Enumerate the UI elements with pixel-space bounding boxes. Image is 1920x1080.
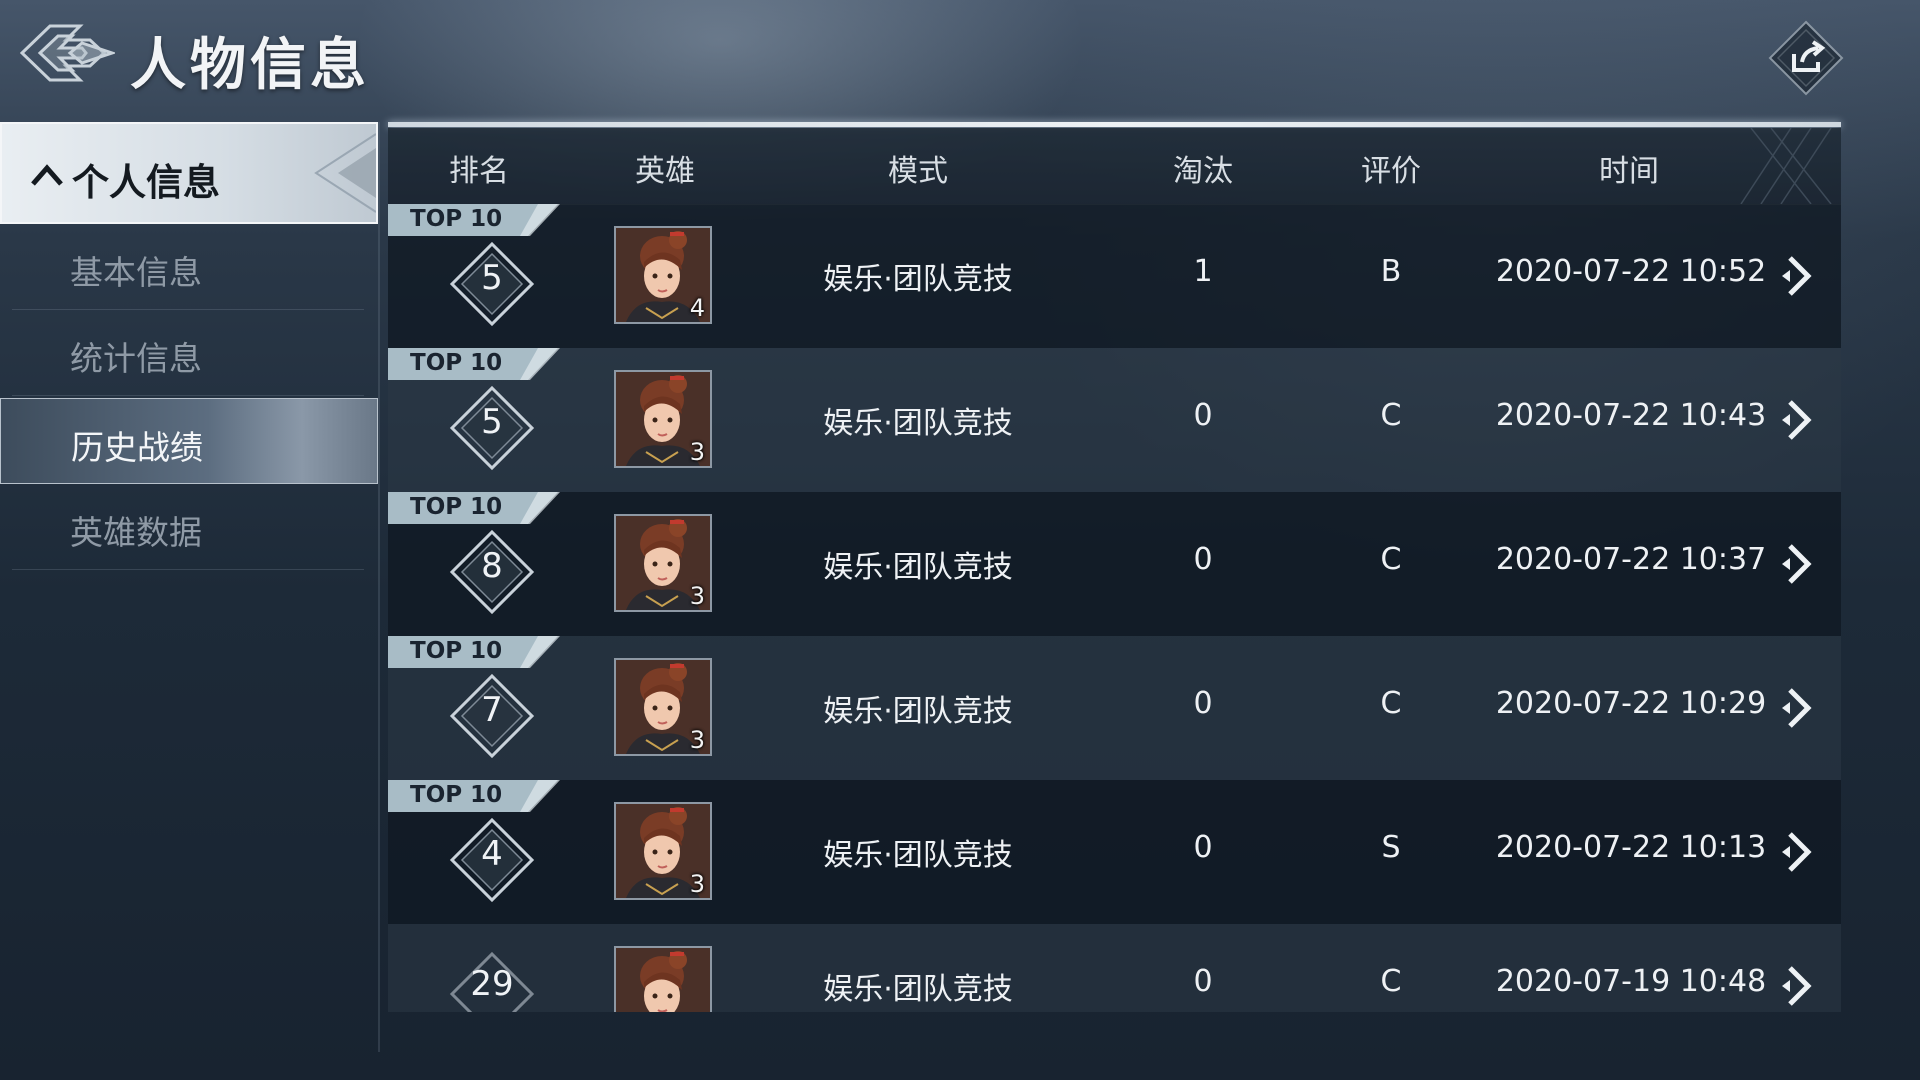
mode-cell: 娱乐·团队竞技 (823, 972, 1013, 1007)
hero-level: 3 (689, 438, 705, 466)
mode-cell: 娱乐·团队竞技 (823, 694, 1013, 729)
time-cell: 2020-07-22 10:13 (1495, 830, 1767, 865)
mode-cell: 娱乐·团队竞技 (823, 406, 1013, 441)
table-header: 排名 英雄 模式 淘汰 评价 时间 (388, 128, 1841, 205)
time-cell: 2020-07-22 10:37 (1495, 542, 1767, 577)
hero-level: 4 (689, 294, 705, 322)
table-row[interactable]: TOP 10 5 4 娱乐·团队竞技 1 B 2020-07-22 10:52 (388, 204, 1841, 348)
sidebar-item-match-history[interactable]: 历史战绩 (0, 398, 378, 484)
column-header-rank: 排名 (449, 154, 509, 189)
share-export-icon[interactable] (1766, 18, 1846, 98)
eliminations-cell: 0 (1193, 686, 1213, 721)
hero-portrait[interactable]: 3 (614, 658, 712, 756)
table-row[interactable]: TOP 10 5 3 娱乐·团队竞技 0 C 2020-07-22 10:43 (388, 348, 1841, 492)
rating-cell: B (1380, 254, 1402, 289)
table-top-line (388, 122, 1841, 127)
rank-value: 5 (481, 402, 503, 442)
chevron-right-icon[interactable] (1778, 254, 1818, 298)
rating-cell: C (1380, 964, 1402, 999)
eliminations-cell: 0 (1193, 398, 1213, 433)
rating-cell: C (1380, 542, 1402, 577)
sidebar: 个人信息 基本信息 统计信息 历史战绩 英雄数据 (0, 122, 378, 1080)
rank-value: 5 (481, 258, 503, 298)
top10-tag (388, 492, 560, 524)
divider (12, 395, 364, 396)
rating-cell: S (1381, 830, 1401, 865)
eliminations-cell: 0 (1193, 542, 1213, 577)
column-header-mode: 模式 (888, 154, 948, 189)
sidebar-item-hero-data[interactable]: 英雄数据 (0, 484, 378, 570)
rank-value: 8 (481, 546, 503, 586)
rating-cell: C (1380, 686, 1402, 721)
top10-tag (388, 348, 560, 380)
hero-level: 3 (689, 870, 705, 898)
sidebar-item-label: 英雄数据 (70, 513, 202, 552)
time-cell: 2020-07-19 10:48 (1495, 964, 1767, 999)
time-cell: 2020-07-22 10:43 (1495, 398, 1767, 433)
hero-level: 3 (689, 582, 705, 610)
sidebar-item-stats[interactable]: 统计信息 (0, 310, 378, 396)
chevron-up-icon (31, 164, 63, 186)
hero-portrait[interactable]: 3 (614, 802, 712, 900)
match-history-list: TOP 10 5 4 娱乐·团队竞技 1 B 2020-07-22 10:52 … (388, 204, 1841, 1012)
chevron-right-icon[interactable] (1778, 830, 1818, 874)
hero-portrait[interactable]: 3 (614, 514, 712, 612)
mode-cell: 娱乐·团队竞技 (823, 550, 1013, 585)
rank-value: 7 (481, 690, 503, 730)
chevron-right-icon[interactable] (1778, 398, 1818, 442)
time-cell: 2020-07-22 10:29 (1495, 686, 1767, 721)
divider (12, 569, 364, 570)
page-title: 人物信息 (130, 32, 370, 98)
chevron-right-icon[interactable] (1778, 964, 1818, 1008)
table-row[interactable]: 29 娱乐·团队竞技 0 C 2020-07-19 10:48 (388, 924, 1841, 1012)
chevron-right-icon[interactable] (1778, 686, 1818, 730)
sidebar-item-label: 基本信息 (70, 253, 202, 292)
mode-cell: 娱乐·团队竞技 (823, 838, 1013, 873)
rank-value: 4 (481, 834, 503, 874)
mode-cell: 娱乐·团队竞技 (823, 262, 1013, 297)
sidebar-section-personal-info[interactable]: 个人信息 (0, 122, 378, 224)
table-row[interactable]: TOP 10 7 3 娱乐·团队竞技 0 C 2020-07-22 10:29 (388, 636, 1841, 780)
sidebar-item-basic-info[interactable]: 基本信息 (0, 224, 378, 310)
hero-portrait[interactable] (614, 946, 712, 1012)
chevron-right-icon[interactable] (1778, 542, 1818, 586)
column-header-time: 时间 (1599, 154, 1659, 189)
header-decoration-icon (1740, 128, 1832, 204)
top10-tag (388, 780, 560, 812)
hero-portrait[interactable]: 4 (614, 226, 712, 324)
column-header-rating: 评价 (1361, 154, 1421, 189)
table-row[interactable]: TOP 10 4 3 娱乐·团队竞技 0 S 2020-07-22 10:13 (388, 780, 1841, 924)
time-cell: 2020-07-22 10:52 (1495, 254, 1767, 289)
sidebar-section-label: 个人信息 (72, 161, 220, 204)
wing-decoration-icon (314, 133, 376, 213)
sidebar-divider (378, 122, 380, 1052)
hero-avatar-icon (616, 948, 710, 1012)
hero-portrait[interactable]: 3 (614, 370, 712, 468)
eliminations-cell: 0 (1193, 964, 1213, 999)
eliminations-cell: 0 (1193, 830, 1213, 865)
table-row[interactable]: TOP 10 8 3 娱乐·团队竞技 0 C 2020-07-22 10:37 (388, 492, 1841, 636)
sidebar-item-label: 统计信息 (70, 339, 202, 378)
rank-value: 29 (470, 964, 514, 1004)
top10-tag (388, 636, 560, 668)
hero-level: 3 (689, 726, 705, 754)
rating-cell: C (1380, 398, 1402, 433)
column-header-hero: 英雄 (635, 154, 695, 189)
top10-tag (388, 204, 560, 236)
sidebar-item-label: 历史战绩 (71, 428, 203, 467)
eliminations-cell: 1 (1193, 254, 1213, 289)
winged-emblem-icon (20, 24, 115, 82)
column-header-eliminations: 淘汰 (1173, 154, 1233, 189)
